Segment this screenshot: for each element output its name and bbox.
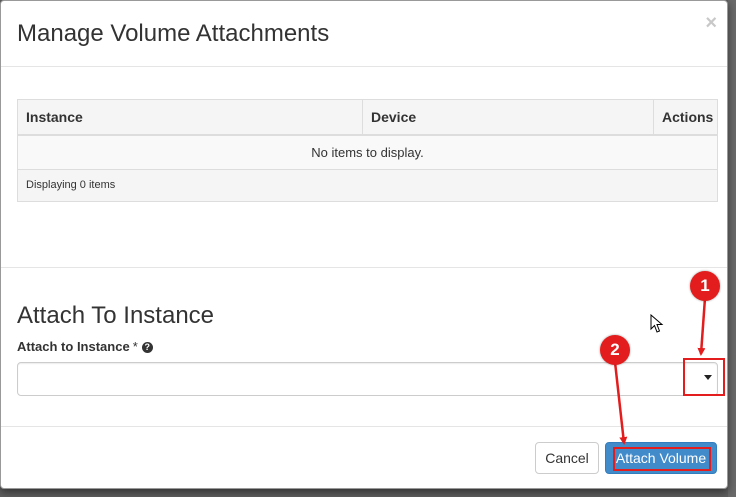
annotation-step-2-badge: 2 <box>600 335 630 365</box>
annotation-arrow-1 <box>697 297 707 356</box>
annotation-step-1-badge: 1 <box>690 271 720 301</box>
annotation-arrow-2 <box>613 361 628 445</box>
mouse-cursor-icon <box>650 314 664 333</box>
annotation-arrows <box>613 297 707 445</box>
